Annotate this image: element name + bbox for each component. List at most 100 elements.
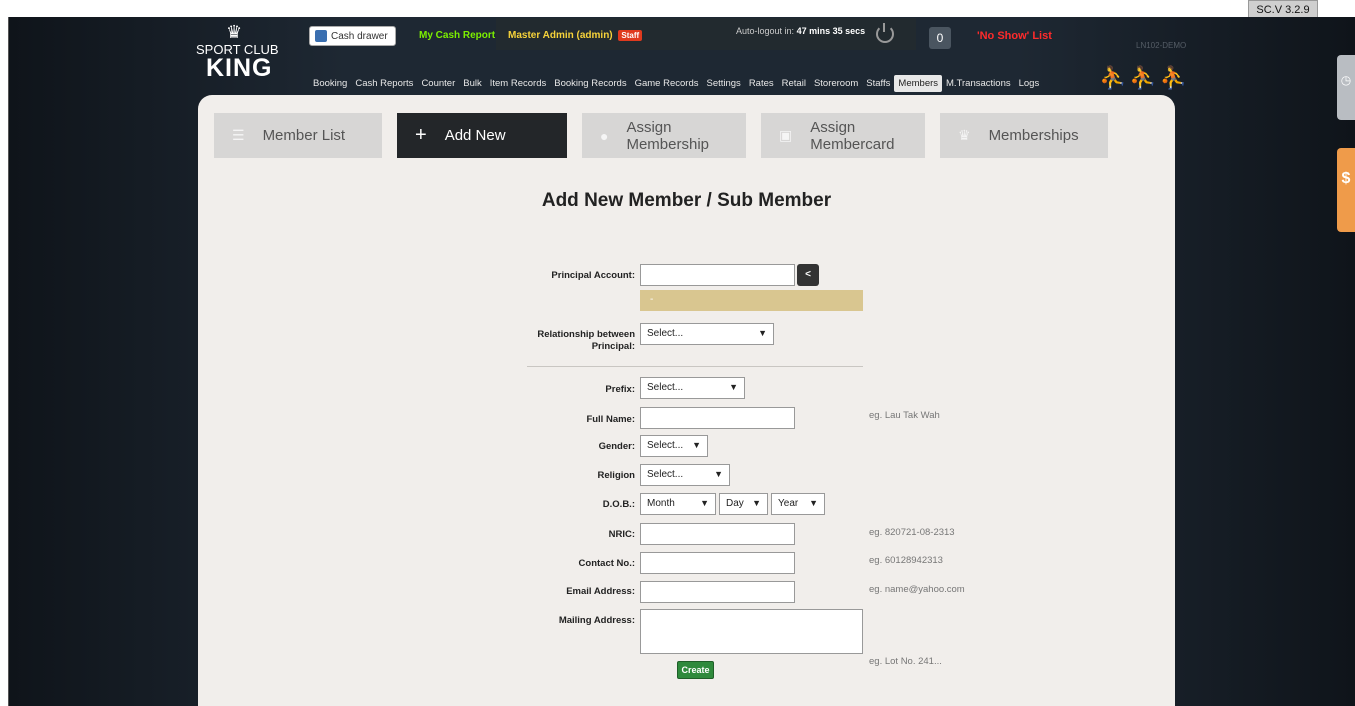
tab-assign-membercard[interactable]: ▣ Assign Membercard [761,113,925,158]
dropdown-arrow-icon: ▼ [714,469,723,479]
dob-label: D.O.B.: [602,499,635,510]
relationship-label: Relationship between Principal: [518,329,635,353]
page-title: Add New Member / Sub Member [541,190,832,211]
nav-logs[interactable]: Logs [1015,75,1044,92]
autologout-time: 47 mins 35 secs [796,26,866,36]
dob-day-value: Day [726,498,744,509]
card-icon: ▣ [779,127,793,143]
tab-assign-membership[interactable]: ● Assign Membership [582,113,746,158]
sports-figures-icon: ⛹⛹⛹ [1099,65,1191,90]
dropdown-arrow-icon: ▼ [809,498,818,508]
nav-staffs[interactable]: Staffs [862,75,894,92]
nav-counter[interactable]: Counter [417,75,459,92]
fullname-label: Full Name: [586,414,635,425]
tab-add-new[interactable]: + Add New [397,113,567,158]
crown-icon: ♛ [226,22,243,42]
nric-input[interactable] [640,523,795,545]
cash-side-tab[interactable]: $ [1337,148,1355,232]
plus-icon: + [415,124,427,146]
mailing-label: Mailing Address: [558,615,635,626]
nav-item-records[interactable]: Item Records [486,75,551,92]
nav-cash-reports[interactable]: Cash Reports [351,75,417,92]
principal-info-bar: - [640,290,863,311]
prefix-label: Prefix: [605,384,635,395]
list-icon: ☰ [232,127,245,143]
notification-counter[interactable]: 0 [929,27,951,49]
no-show-list-link[interactable]: 'No Show' List [977,30,1052,42]
religion-select[interactable]: Select... ▼ [640,464,730,486]
clock-icon: ◷ [1340,73,1352,87]
prefix-value: Select... [647,382,684,393]
dob-month-select[interactable]: Month ▼ [640,493,716,515]
tab-label: Assign Membercard [810,118,895,153]
nav-storeroom[interactable]: Storeroom [810,75,862,92]
principal-lookup-button[interactable]: < [797,264,819,286]
nav-rates[interactable]: Rates [745,75,778,92]
tab-label: Member List [262,127,346,144]
app-frame: ♛ SPORT CLUB KING Cash drawer My Cash Re… [8,17,1355,706]
relationship-value: Select... [647,328,684,339]
cash-drawer-button[interactable]: Cash drawer [309,26,396,46]
location-code: LN102-DEMO [1136,41,1187,50]
create-button[interactable]: Create [677,661,714,679]
admin-user[interactable]: Master Admin (admin) Staff [508,30,643,41]
principal-account-label: Principal Account: [551,270,635,281]
clock-side-tab[interactable]: ◷ [1337,55,1355,120]
fullname-hint: eg. Lau Tak Wah [869,410,940,421]
main-nav: Booking Cash Reports Counter Bulk Item R… [309,75,1043,92]
gender-select[interactable]: Select... ▼ [640,435,708,457]
email-input[interactable] [640,581,795,603]
contact-input[interactable] [640,552,795,574]
tab-member-list[interactable]: ☰ Member List [214,113,382,158]
sport-club-king-logo[interactable]: ♛ SPORT CLUB KING [196,22,286,92]
autologout-timer: Auto-logout in: 47 mins 35 secs [736,26,865,36]
dropdown-arrow-icon: ▼ [700,498,709,508]
nav-bulk[interactable]: Bulk [459,75,485,92]
relationship-select[interactable]: Select... ▼ [640,323,774,345]
relationship-label-line1: Relationship between [537,329,635,340]
nav-booking[interactable]: Booking [309,75,351,92]
dob-day-select[interactable]: Day ▼ [719,493,768,515]
dropdown-arrow-icon: ▼ [729,382,738,392]
contact-hint: eg. 60128942313 [869,555,943,566]
dob-year-select[interactable]: Year ▼ [771,493,825,515]
email-label: Email Address: [566,586,635,597]
power-icon[interactable] [876,23,894,43]
logo-bottom-text: KING [206,54,273,82]
crown-icon: ♛ [958,127,971,143]
tab-memberships[interactable]: ♛ Memberships [940,113,1108,158]
dropdown-arrow-icon: ▼ [752,498,761,508]
nav-retail[interactable]: Retail [778,75,810,92]
contact-label: Contact No.: [578,558,635,569]
prefix-select[interactable]: Select... ▼ [640,377,745,399]
nric-hint: eg. 820721-08-2313 [869,527,955,538]
gender-value: Select... [647,440,684,451]
principal-account-input[interactable] [640,264,795,286]
form-divider [527,366,863,367]
autologout-prefix: Auto-logout in: [736,26,795,36]
mailing-address-textarea[interactable] [640,609,863,654]
staff-badge: Staff [618,30,643,41]
religion-value: Select... [647,469,684,480]
relationship-label-line2: Principal: [591,341,635,352]
dropdown-arrow-icon: ▼ [692,440,701,450]
fullname-input[interactable] [640,407,795,429]
my-cash-report-link[interactable]: My Cash Report [419,30,495,41]
religion-label: Religion [597,470,635,481]
nav-game-records[interactable]: Game Records [631,75,703,92]
admin-bar: Master Admin (admin) Staff Auto-logout i… [496,18,916,50]
mailing-hint: eg. Lot No. 241... [869,656,942,667]
user-icon: ● [600,127,609,144]
nric-label: NRIC: [608,529,635,540]
content-panel: ☰ Member List + Add New ● Assign Members… [198,95,1175,706]
nav-members[interactable]: Members [894,75,943,92]
nav-m-transactions[interactable]: M.Transactions [942,75,1015,92]
admin-name: Master Admin (admin) [508,30,613,41]
dollar-icon: $ [1341,170,1351,187]
tab-label: Assign Membership [626,118,709,153]
tab-label: Memberships [988,127,1079,144]
email-hint: eg. name@yahoo.com [869,584,965,595]
nav-settings[interactable]: Settings [702,75,744,92]
nav-booking-records[interactable]: Booking Records [550,75,630,92]
dob-month-value: Month [647,498,675,509]
